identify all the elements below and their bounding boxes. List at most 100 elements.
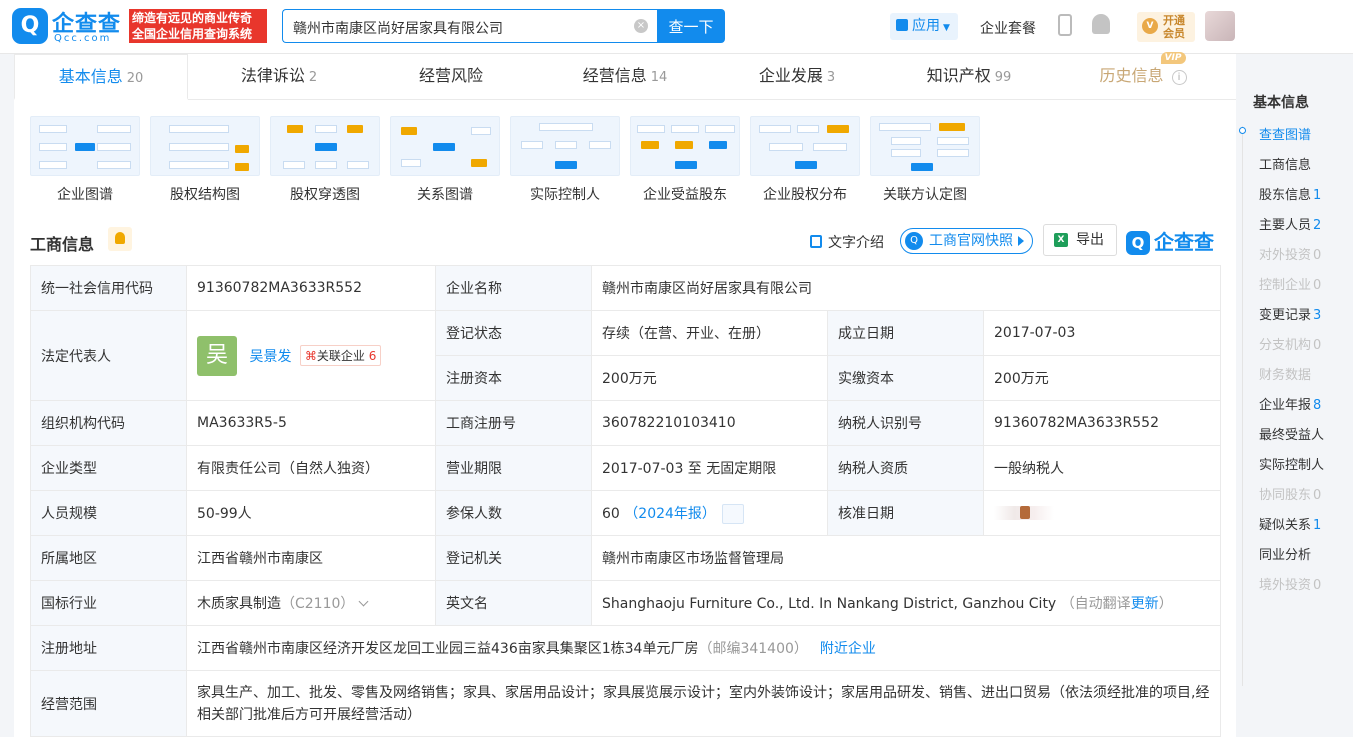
main-panel: 基本信息 20 法律诉讼 2 经营风险 经营信息 14 企业发展 3 知识产权 99 历史… (14, 52, 1236, 737)
mobile-phone-icon[interactable] (1058, 14, 1072, 36)
thumb-label: 企业股权分布 (763, 187, 847, 203)
open-vip-button[interactable]: V 开通 会员 (1137, 12, 1195, 42)
region-value: 江西省赣州市南康区 (186, 535, 436, 581)
rnav-item-label: 控制企业 (1259, 278, 1312, 293)
thumb-label: 股权穿透图 (290, 187, 360, 203)
thumb-equity-distribution[interactable]: 企业股权分布 (750, 116, 860, 204)
industry-label: 国标行业 (30, 580, 187, 626)
search-input[interactable]: 赣州市南康区尚好居家具有限公司 × (282, 9, 658, 43)
thumb-enterprise-graph[interactable]: 企业图谱 (30, 116, 140, 204)
authority-value: 赣州市南康区市场监督管理局 (591, 535, 1221, 581)
business-term-label: 营业期限 (435, 445, 592, 491)
equity-penetration-icon (270, 116, 380, 176)
notification-bell-icon[interactable] (1092, 14, 1110, 34)
qcc-logo-icon[interactable]: Q (12, 8, 48, 44)
legal-rep-avatar[interactable]: 吴 (197, 335, 237, 376)
status-label: 登记状态 (435, 310, 592, 356)
section-title: 工商信息 (30, 235, 95, 254)
rnav-item-count: 0 (1313, 338, 1322, 353)
rnav-item-label: 分支机构 (1259, 338, 1312, 353)
rnav-item[interactable]: 协同股东 0 (1259, 484, 1321, 503)
thumb-label: 关系图谱 (417, 187, 473, 203)
info-icon[interactable]: i (1171, 70, 1187, 85)
thumb-related-party[interactable]: 关联方认定图 (870, 116, 980, 204)
rnav-item-count: 8 (1313, 398, 1322, 413)
rnav-item[interactable]: 变更记录 3 (1259, 304, 1321, 323)
rnav-item[interactable]: 股东信息 1 (1259, 184, 1321, 203)
rnav-item[interactable]: 主要人员 2 (1259, 214, 1321, 233)
link-icon: ⌘ (304, 349, 317, 363)
tab-development[interactable]: 企业发展 3 (712, 54, 882, 100)
thumb-beneficiary[interactable]: 企业受益股东 (630, 116, 740, 204)
credit-code-label: 统一社会信用代码 (30, 265, 187, 311)
rnav-item[interactable]: 控制企业 0 (1259, 274, 1321, 293)
subscribe-bell-button[interactable] (108, 227, 132, 251)
rnav-item[interactable]: 实际控制人 (1259, 454, 1324, 473)
official-snapshot-button[interactable]: Q 工商官网快照 (900, 228, 1033, 254)
thumb-label: 企业受益股东 (643, 187, 727, 203)
reg-capital-label: 注册资本 (435, 355, 592, 401)
rnav-item[interactable]: 工商信息 (1259, 154, 1311, 173)
rnav-item[interactable]: 财务数据 (1259, 364, 1311, 383)
tab-risk[interactable]: 经营风险 (366, 54, 536, 100)
search-button[interactable]: 查一下 (657, 9, 725, 43)
tab-legal[interactable]: 法律诉讼 2 (194, 54, 364, 100)
industry-value: 木质家具制造 (197, 596, 281, 612)
apps-label: 应用 (912, 18, 940, 34)
rnav-item[interactable]: 对外投资 0 (1259, 244, 1321, 263)
export-label: 导出 (1076, 232, 1104, 248)
search-value[interactable]: 赣州市南康区尚好居家具有限公司 (293, 18, 503, 38)
rnav-item-count: 0 (1313, 578, 1322, 593)
rnav-item[interactable]: 境外投资 0 (1259, 574, 1321, 593)
vip-line-1: 开通 (1163, 14, 1185, 27)
table-row: 法定代表人 吴 吴景发 ⌘关联企业 6 登记状态 存续（在营、开业、在册） 成立… (30, 310, 1221, 401)
english-name-value: Shanghaoju Furniture Co., Ltd. In Nankan… (602, 596, 1057, 612)
rnav-item-count: 1 (1313, 518, 1322, 533)
rnav-item[interactable]: 查查图谱 (1259, 124, 1311, 143)
thumb-equity-structure[interactable]: 股权结构图 (150, 116, 260, 204)
locked-value[interactable] (994, 506, 1054, 520)
company-name-value: 赣州市南康区尚好居家具有限公司 (591, 265, 1221, 311)
rnav-item[interactable]: 分支机构 0 (1259, 334, 1321, 353)
tab-operation[interactable]: 经营信息 14 (540, 54, 710, 100)
export-button[interactable]: X 导出 (1043, 224, 1117, 256)
vip-tag: VIP (1160, 52, 1186, 64)
assoc-label: 关联企业 (316, 349, 365, 363)
insured-cell: 60 （2024年报） (591, 490, 828, 536)
thumb-relation-graph[interactable]: 关系图谱 (390, 116, 500, 204)
legal-rep-link[interactable]: 吴景发 (249, 349, 291, 365)
thumb-equity-penetration[interactable]: 股权穿透图 (270, 116, 380, 204)
text-intro-button[interactable]: 文字介绍 (810, 229, 884, 257)
rnav-item-count: 1 (1313, 188, 1322, 203)
tab-history[interactable]: 历史信息 VIP i (1058, 52, 1228, 100)
logo-domain: Qcc.com (54, 33, 112, 44)
trend-chart-icon[interactable] (721, 503, 744, 524)
tab-basic-info[interactable]: 基本信息 20 (14, 54, 188, 100)
rnav-item[interactable]: 最终受益人 (1259, 424, 1324, 443)
thumb-actual-controller[interactable]: 实际控制人 (510, 116, 620, 204)
found-date-label: 成立日期 (827, 310, 984, 356)
org-code-value: MA3633R5-5 (186, 400, 436, 446)
annual-report-link[interactable]: （2024年报） (624, 506, 716, 522)
rnav-item-count: 2 (1313, 218, 1322, 233)
industry-cell[interactable]: 木质家具制造（C2110） (186, 580, 436, 626)
nearby-companies-link[interactable]: 附近企业 (820, 641, 876, 657)
document-icon (810, 235, 822, 248)
rnav-item[interactable]: 疑似关系 1 (1259, 514, 1321, 533)
rnav-item[interactable]: 同业分析 (1259, 544, 1311, 563)
apps-menu-button[interactable]: 应用 ▼ (890, 13, 958, 40)
qcc-brand-mark: Q 企查查 (1126, 226, 1214, 255)
related-party-icon (870, 116, 980, 176)
enterprise-suite-link[interactable]: 企业套餐 (980, 18, 1036, 38)
rnav-item[interactable]: 企业年报 8 (1259, 394, 1321, 413)
update-translation-link[interactable]: 更新 (1131, 596, 1159, 612)
tab-ip[interactable]: 知识产权 99 (884, 54, 1054, 100)
user-avatar[interactable] (1205, 11, 1235, 41)
actual-controller-icon (510, 116, 620, 176)
chevron-down-icon[interactable] (358, 596, 369, 607)
scope-value: 家具生产、加工、批发、零售及网络销售；家具、家居用品设计；家具展览展示设计；室内… (186, 670, 1221, 737)
clear-icon[interactable]: × (634, 19, 648, 33)
postcode: （邮编341400） (698, 641, 808, 657)
org-code-label: 组织机构代码 (30, 400, 187, 446)
related-companies-badge[interactable]: ⌘关联企业 6 (299, 345, 382, 366)
